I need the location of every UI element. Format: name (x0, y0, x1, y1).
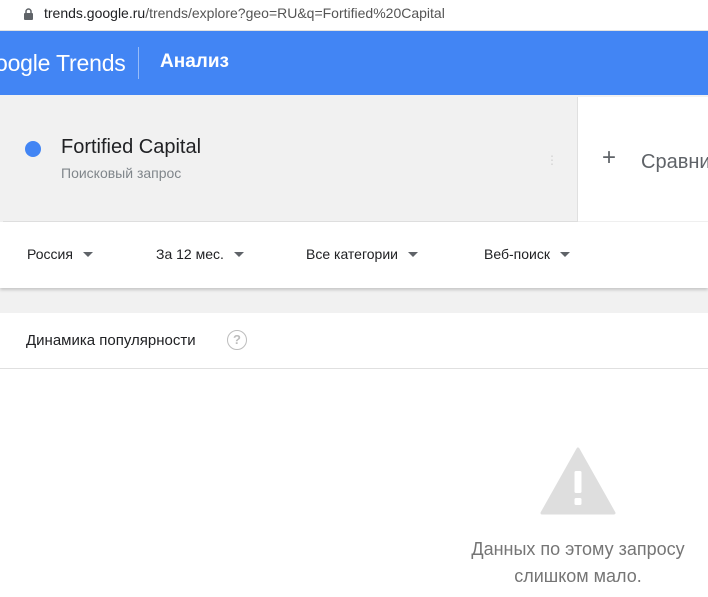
address-bar[interactable]: trends.google.ru/trends/explore?geo=RU&q… (0, 0, 708, 31)
chevron-down-icon (233, 251, 244, 257)
interest-over-time-widget: Динамика популярности ? Данных по этому … (0, 313, 708, 597)
filter-period-label: За 12 мес. (156, 246, 224, 262)
filter-region-label: Россия (27, 246, 73, 262)
filter-region[interactable]: Россия (27, 246, 93, 262)
header-divider (138, 47, 139, 79)
filter-period[interactable]: За 12 мес. (156, 246, 244, 262)
more-options-icon[interactable]: ⋮ (546, 153, 558, 167)
empty-state-line-2: слишком мало. (514, 566, 642, 586)
empty-state-message: Данных по этому запросу слишком мало. (438, 536, 708, 590)
page-title: Анализ (160, 51, 229, 72)
widget-header: Динамика популярности ? (0, 313, 708, 369)
help-icon[interactable]: ? (227, 330, 247, 350)
term-color-dot (25, 141, 41, 157)
filters-bar: Россия За 12 мес. Все категории Веб-поис… (0, 222, 708, 288)
url-host: trends.google.ru (44, 5, 146, 21)
compare-card[interactable]: + Сравни (578, 97, 708, 221)
filter-category[interactable]: Все категории (306, 246, 418, 262)
empty-state-line-1: Данных по этому запросу (471, 539, 685, 559)
chevron-down-icon (407, 251, 418, 257)
url-path: /trends/explore?geo=RU&q=Fortified%20Cap… (145, 5, 445, 21)
lock-icon (24, 8, 33, 20)
filter-search-type-label: Веб-поиск (484, 246, 550, 262)
warning-icon (540, 447, 616, 515)
filter-category-label: Все категории (306, 246, 398, 262)
search-term-card[interactable]: Fortified Capital Поисковый запрос ⋮ (3, 97, 578, 222)
url-text[interactable]: trends.google.ru/trends/explore?geo=RU&q… (44, 5, 445, 21)
plus-icon: + (602, 144, 617, 171)
filter-search-type[interactable]: Веб-поиск (484, 246, 570, 262)
top-header: oogle Trends Анализ (0, 31, 708, 95)
widget-title: Динамика популярности (26, 332, 196, 349)
term-name[interactable]: Fortified Capital (61, 136, 201, 159)
chevron-down-icon (82, 251, 93, 257)
compare-label[interactable]: Сравни (641, 151, 708, 174)
term-type: Поисковый запрос (61, 165, 182, 181)
google-trends-logo[interactable]: oogle Trends (0, 50, 126, 77)
chevron-down-icon (559, 251, 570, 257)
